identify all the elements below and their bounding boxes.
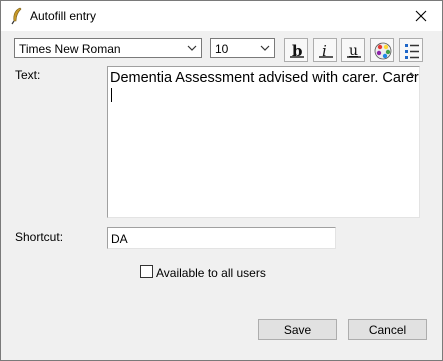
window-title: Autofill entry xyxy=(30,9,97,23)
cancel-button[interactable]: Cancel xyxy=(348,319,427,340)
quill-pen-icon xyxy=(9,7,23,25)
chevron-down-icon xyxy=(187,45,197,51)
underline-icon: u xyxy=(347,43,361,59)
close-icon xyxy=(415,10,427,22)
close-button[interactable] xyxy=(400,1,442,31)
shortcut-input[interactable]: DA xyxy=(107,227,336,249)
font-family-select[interactable]: Times New Roman xyxy=(14,38,202,58)
shortcut-value: DA xyxy=(111,232,128,246)
text-caret xyxy=(111,88,112,102)
svg-text:i: i xyxy=(322,42,327,60)
title-bar[interactable]: Autofill entry xyxy=(1,1,442,31)
underline-button[interactable]: u xyxy=(341,38,365,62)
autofill-dialog: Autofill entry Times New Roman 10 b i u … xyxy=(0,0,443,361)
color-palette-icon xyxy=(374,42,392,60)
list-button[interactable] xyxy=(399,38,423,62)
list-icon xyxy=(405,44,419,59)
text-color-button[interactable] xyxy=(370,38,394,62)
available-to-all-label[interactable]: Available to all users xyxy=(156,266,266,280)
text-value: Dementia Assessment advised with carer. … xyxy=(110,70,420,86)
save-button[interactable]: Save xyxy=(258,319,337,340)
available-to-all-checkbox[interactable] xyxy=(140,265,153,278)
italic-icon: i xyxy=(319,42,333,60)
svg-text:b: b xyxy=(292,42,303,60)
font-family-value: Times New Roman xyxy=(19,42,121,56)
text-textarea[interactable]: Dementia Assessment advised with carer. … xyxy=(107,66,420,218)
scroll-up-icon[interactable] xyxy=(407,71,415,77)
bold-icon: b xyxy=(290,42,304,60)
bold-button[interactable]: b xyxy=(284,38,308,62)
font-size-value: 10 xyxy=(215,42,229,56)
italic-button[interactable]: i xyxy=(313,38,337,62)
chevron-down-icon xyxy=(260,45,270,51)
font-size-select[interactable]: 10 xyxy=(210,38,275,58)
svg-text:u: u xyxy=(349,43,358,59)
text-label: Text: xyxy=(15,68,41,82)
shortcut-label: Shortcut: xyxy=(15,230,64,244)
